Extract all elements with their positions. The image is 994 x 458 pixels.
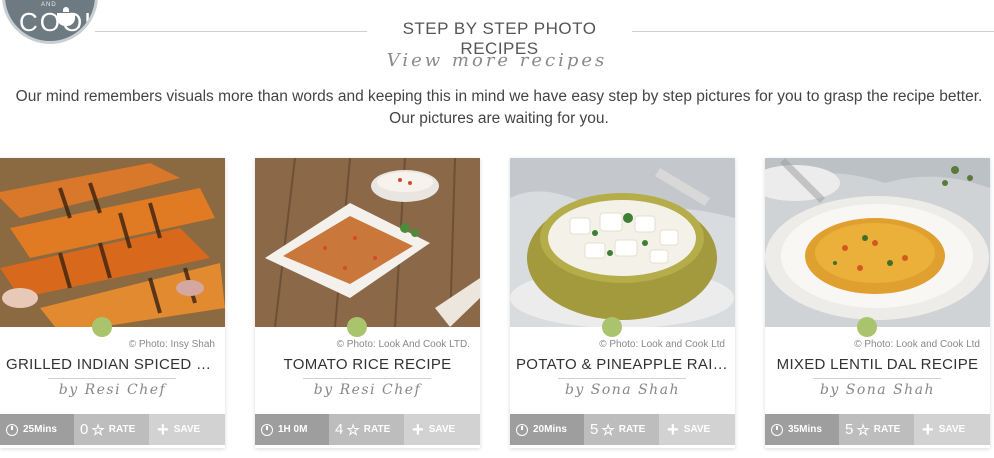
rate-label: RATE bbox=[618, 424, 646, 435]
cook-time: 1H 0M bbox=[255, 414, 329, 445]
rating-count: 5 bbox=[845, 421, 854, 438]
star-icon: ☆ bbox=[346, 421, 360, 439]
rating-count: 0 bbox=[80, 421, 89, 438]
recipe-photo[interactable] bbox=[765, 158, 990, 327]
recipe-author[interactable]: by Sona Shah bbox=[510, 382, 735, 398]
rate-button[interactable]: 5 ☆ RATE bbox=[839, 414, 914, 445]
cook-time-value: 35Mins bbox=[788, 424, 822, 435]
divider bbox=[813, 378, 941, 379]
intro-text: Our mind remembers visuals more than wor… bbox=[15, 88, 983, 127]
plus-icon: + bbox=[922, 418, 934, 441]
rate-label: RATE bbox=[873, 424, 901, 435]
star-icon: ☆ bbox=[856, 421, 870, 439]
star-icon: ☆ bbox=[91, 421, 105, 439]
recipe-actions: 25Mins 0 ☆ RATE + SAVE bbox=[0, 414, 225, 445]
divider bbox=[632, 31, 994, 32]
recipe-dot bbox=[347, 317, 367, 337]
clock-icon bbox=[771, 423, 783, 436]
cook-time-value: 25Mins bbox=[23, 424, 57, 435]
save-label: SAVE bbox=[683, 424, 711, 435]
recipe-dot bbox=[857, 317, 877, 337]
recipe-actions: 20Mins 5 ☆ RATE + SAVE bbox=[510, 414, 735, 445]
recipe-actions: 1H 0M 4 ☆ RATE + SAVE bbox=[255, 414, 480, 445]
save-label: SAVE bbox=[173, 424, 201, 435]
view-more-recipes-link[interactable]: View more recipes bbox=[0, 50, 994, 71]
section-header: STEP BY STEP PHOTO RECIPES bbox=[0, 17, 994, 58]
cook-time: 35Mins bbox=[765, 414, 839, 445]
clock-icon bbox=[261, 423, 273, 436]
plus-icon: + bbox=[412, 418, 424, 441]
rate-button[interactable]: 0 ☆ RATE bbox=[74, 414, 149, 445]
clock-icon bbox=[516, 423, 528, 436]
recipe-photo[interactable] bbox=[510, 158, 735, 327]
rating-count: 4 bbox=[335, 421, 344, 438]
recipe-card[interactable]: © Photo: Look and Cook Ltd MIXED LENTIL … bbox=[765, 158, 990, 448]
save-button[interactable]: + SAVE bbox=[149, 414, 225, 445]
recipe-card[interactable]: © Photo: Look and Cook Ltd POTATO & PINE… bbox=[510, 158, 735, 448]
rating-count: 5 bbox=[590, 421, 599, 438]
photo-credit: © Photo: Insy Shah bbox=[128, 339, 215, 350]
recipe-author[interactable]: by Resi Chef bbox=[255, 382, 480, 398]
save-button[interactable]: + SAVE bbox=[914, 414, 990, 445]
divider bbox=[48, 378, 176, 379]
cook-time: 20Mins bbox=[510, 414, 584, 445]
divider bbox=[558, 378, 686, 379]
photo-credit: © Photo: Look and Cook Ltd bbox=[854, 339, 980, 350]
recipe-photo[interactable] bbox=[255, 158, 480, 327]
save-label: SAVE bbox=[938, 424, 966, 435]
divider bbox=[303, 378, 431, 379]
recipe-title[interactable]: TOMATO RICE RECIPE bbox=[261, 356, 474, 373]
star-icon: ☆ bbox=[601, 421, 615, 439]
recipe-title[interactable]: GRILLED INDIAN SPICED SQ... bbox=[6, 356, 219, 373]
save-button[interactable]: + SAVE bbox=[659, 414, 735, 445]
save-label: SAVE bbox=[428, 424, 456, 435]
rate-button[interactable]: 4 ☆ RATE bbox=[329, 414, 404, 445]
rate-label: RATE bbox=[363, 424, 391, 435]
recipe-dot bbox=[602, 317, 622, 337]
cook-time-value: 20Mins bbox=[533, 424, 567, 435]
recipe-card[interactable]: © Photo: Insy Shah GRILLED INDIAN SPICED… bbox=[0, 158, 225, 448]
save-button[interactable]: + SAVE bbox=[404, 414, 480, 445]
rate-button[interactable]: 5 ☆ RATE bbox=[584, 414, 659, 445]
photo-credit: © Photo: Look and Cook Ltd bbox=[599, 339, 725, 350]
plus-icon: + bbox=[157, 418, 169, 441]
recipe-title[interactable]: POTATO & PINEAPPLE RAITA ... bbox=[516, 356, 729, 373]
recipe-card[interactable]: © Photo: Look And Cook LTD. TOMATO RICE … bbox=[255, 158, 480, 448]
cook-time-value: 1H 0M bbox=[278, 424, 308, 435]
plus-icon: + bbox=[667, 418, 679, 441]
recipe-actions: 35Mins 5 ☆ RATE + SAVE bbox=[765, 414, 990, 445]
recipe-dot bbox=[92, 317, 112, 337]
divider bbox=[95, 31, 367, 32]
recipe-author[interactable]: by Sona Shah bbox=[765, 382, 990, 398]
recipe-title[interactable]: MIXED LENTIL DAL RECIPE bbox=[771, 356, 984, 373]
clock-icon bbox=[6, 423, 18, 436]
rate-label: RATE bbox=[108, 424, 136, 435]
recipe-photo[interactable] bbox=[0, 158, 225, 327]
photo-credit: © Photo: Look And Cook LTD. bbox=[336, 339, 470, 350]
cook-time: 25Mins bbox=[0, 414, 74, 445]
recipe-author[interactable]: by Resi Chef bbox=[0, 382, 225, 398]
